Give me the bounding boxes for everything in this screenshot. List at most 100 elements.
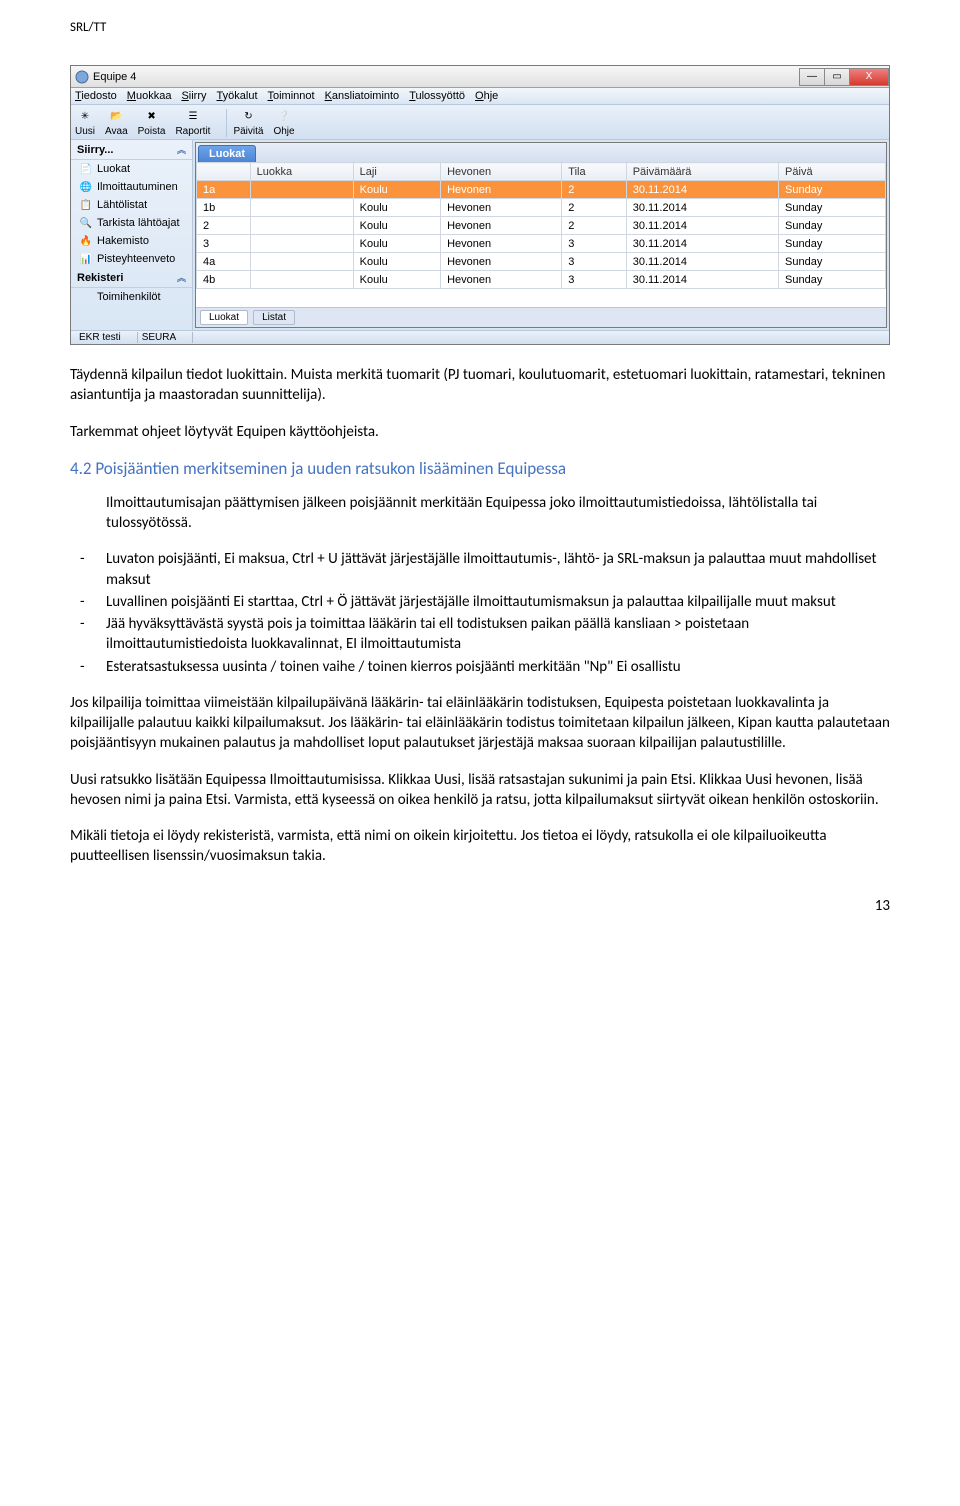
tab-luokat[interactable]: Luokat	[198, 145, 256, 162]
footer-tab-listat[interactable]: Listat	[253, 310, 295, 325]
table-cell: Koulu	[353, 235, 440, 253]
toolbar-uusi[interactable]: ✳Uusi	[75, 107, 95, 137]
sidebar-item[interactable]: 🔍Tarkista lähtöajat	[71, 214, 192, 232]
table-row[interactable]: 4aKouluHevonen330.11.2014Sunday	[197, 253, 886, 271]
paragraph: Täydennä kilpailun tiedot luokittain. Mu…	[70, 365, 890, 406]
menu-item[interactable]: Ohje	[475, 90, 498, 102]
table-cell: Koulu	[353, 271, 440, 289]
column-header[interactable]: Luokka	[250, 163, 353, 181]
sidebar-item-icon	[79, 290, 93, 304]
list-item: Luvallinen poisjäänti Ei starttaa, Ctrl …	[106, 592, 890, 612]
toolbar-icon: ✳	[76, 107, 94, 125]
table-cell: Hevonen	[441, 217, 562, 235]
column-header[interactable]: Laji	[353, 163, 440, 181]
column-header[interactable]: Hevonen	[441, 163, 562, 181]
maximize-button[interactable]: ▭	[824, 68, 850, 86]
sidebar-item[interactable]: 🌐Ilmoittautuminen	[71, 178, 192, 196]
toolbar-label: Päivitä	[233, 126, 263, 137]
table-row[interactable]: 1bKouluHevonen230.11.2014Sunday	[197, 199, 886, 217]
data-grid[interactable]: LuokkaLajiHevonenTilaPäivämääräPäivä 1aK…	[196, 162, 886, 289]
app-icon	[75, 70, 89, 84]
sidebar-item-label: Toimihenkilöt	[97, 291, 161, 303]
table-cell: 3	[197, 235, 251, 253]
tab-row: Luokat	[196, 143, 886, 162]
paragraph: Jos kilpailija toimittaa viimeistään kil…	[70, 693, 890, 754]
toolbar-päivitä[interactable]: ↻Päivitä	[233, 107, 263, 137]
menu-item[interactable]: Työkalut	[217, 90, 258, 102]
sidebar-item[interactable]: 📊Pisteyhteenveto	[71, 250, 192, 268]
paragraph: Tarkemmat ohjeet löytyvät Equipen käyttö…	[70, 422, 890, 442]
menu-item[interactable]: Tulossyöttö	[409, 90, 465, 102]
sidebar-item[interactable]: 📄Luokat	[71, 160, 192, 178]
footer-tab-luokat[interactable]: Luokat	[200, 310, 248, 325]
table-cell: Hevonen	[441, 271, 562, 289]
statusbar: EKR testi SEURA	[71, 330, 889, 344]
column-header[interactable]: Tila	[562, 163, 626, 181]
table-cell: Koulu	[353, 217, 440, 235]
table-cell: 2	[562, 199, 626, 217]
close-button[interactable]: X	[849, 68, 889, 86]
menubar: Tiedosto Muokkaa Siirry Työkalut Toiminnot Ka…	[71, 88, 889, 105]
table-cell: 30.11.2014	[626, 271, 778, 289]
sidebar-section-navigate[interactable]: Siirry... ︽	[71, 140, 192, 160]
sidebar-item-label: Luokat	[97, 163, 130, 175]
table-cell: Sunday	[779, 271, 886, 289]
sidebar-item[interactable]: 🔥 Hakemisto	[71, 232, 192, 250]
toolbar-ohje[interactable]: ❔Ohje	[273, 107, 294, 137]
menu-item[interactable]: Toiminnot	[268, 90, 315, 102]
table-cell: Koulu	[353, 253, 440, 271]
column-header[interactable]: Päivä	[779, 163, 886, 181]
table-cell: Sunday	[779, 253, 886, 271]
menu-item[interactable]: Siirry	[181, 90, 206, 102]
table-cell	[250, 253, 353, 271]
main-panel: Luokat LuokkaLajiHevonenTilaPäivämääräPä…	[195, 142, 887, 328]
toolbar-icon: ↻	[239, 107, 257, 125]
table-cell: 4b	[197, 271, 251, 289]
toolbar-label: Raportit	[175, 126, 210, 137]
sidebar-item-icon: 🌐	[79, 180, 93, 194]
titlebar: Equipe 4 — ▭ X	[71, 66, 889, 88]
table-cell: 3	[562, 271, 626, 289]
toolbar-avaa[interactable]: 📂Avaa	[105, 107, 128, 137]
footer-tabs: Luokat Listat	[196, 307, 886, 327]
table-row[interactable]: 2KouluHevonen230.11.2014Sunday	[197, 217, 886, 235]
chevron-up-icon: ︽	[177, 271, 186, 284]
sidebar-section-title: Siirry...	[77, 144, 113, 156]
table-cell: 1b	[197, 199, 251, 217]
sidebar: Siirry... ︽ 📄Luokat🌐Ilmoittautuminen📋Läh…	[71, 140, 193, 330]
list-item: Jää hyväksyttävästä syystä pois ja toimi…	[106, 614, 890, 655]
sidebar-item[interactable]: Toimihenkilöt	[71, 288, 192, 306]
table-cell	[250, 271, 353, 289]
table-cell: 30.11.2014	[626, 181, 778, 199]
list-item: Luvaton poisjäänti, Ei maksua, Ctrl + U …	[106, 549, 890, 590]
sidebar-item-label: Pisteyhteenveto	[97, 253, 175, 265]
menu-item[interactable]: Tiedosto	[75, 90, 117, 102]
table-cell: 30.11.2014	[626, 253, 778, 271]
chevron-up-icon: ︽	[177, 143, 186, 156]
toolbar-icon: ❔	[275, 107, 293, 125]
table-row[interactable]: 4b KouluHevonen330.11.2014Sunday	[197, 271, 886, 289]
table-row[interactable]: 3KouluHevonen330.11.2014Sunday	[197, 235, 886, 253]
table-cell: Sunday	[779, 181, 886, 199]
table-cell: 30.11.2014	[626, 199, 778, 217]
sidebar-item-label: Lähtölistat	[97, 199, 147, 211]
column-header[interactable]	[197, 163, 251, 181]
table-cell	[250, 235, 353, 253]
paragraph: Mikäli tietoja ei löydy rekisteristä, va…	[70, 826, 890, 867]
sidebar-item-label: Hakemisto	[97, 235, 149, 247]
paragraph: Uusi ratsukko lisätään Equipessa Ilmoitt…	[70, 770, 890, 811]
table-cell	[250, 199, 353, 217]
table-cell: 3	[562, 253, 626, 271]
sidebar-item-icon: 🔥	[79, 234, 93, 248]
column-header[interactable]: Päivämäärä	[626, 163, 778, 181]
menu-item[interactable]: Muokkaa	[127, 90, 172, 102]
table-row[interactable]: 1aKouluHevonen230.11.2014Sunday	[197, 181, 886, 199]
menu-item[interactable]: Kansliatoiminto	[325, 90, 400, 102]
minimize-button[interactable]: —	[799, 68, 825, 86]
toolbar-label: Avaa	[105, 126, 128, 137]
header-tag: SRL/TT	[70, 20, 890, 35]
sidebar-section-register[interactable]: Rekisteri ︽	[71, 268, 192, 288]
toolbar-raportit[interactable]: ☰Raportit	[175, 107, 210, 137]
sidebar-item[interactable]: 📋Lähtölistat	[71, 196, 192, 214]
toolbar-poista[interactable]: ✖Poista	[138, 107, 166, 137]
